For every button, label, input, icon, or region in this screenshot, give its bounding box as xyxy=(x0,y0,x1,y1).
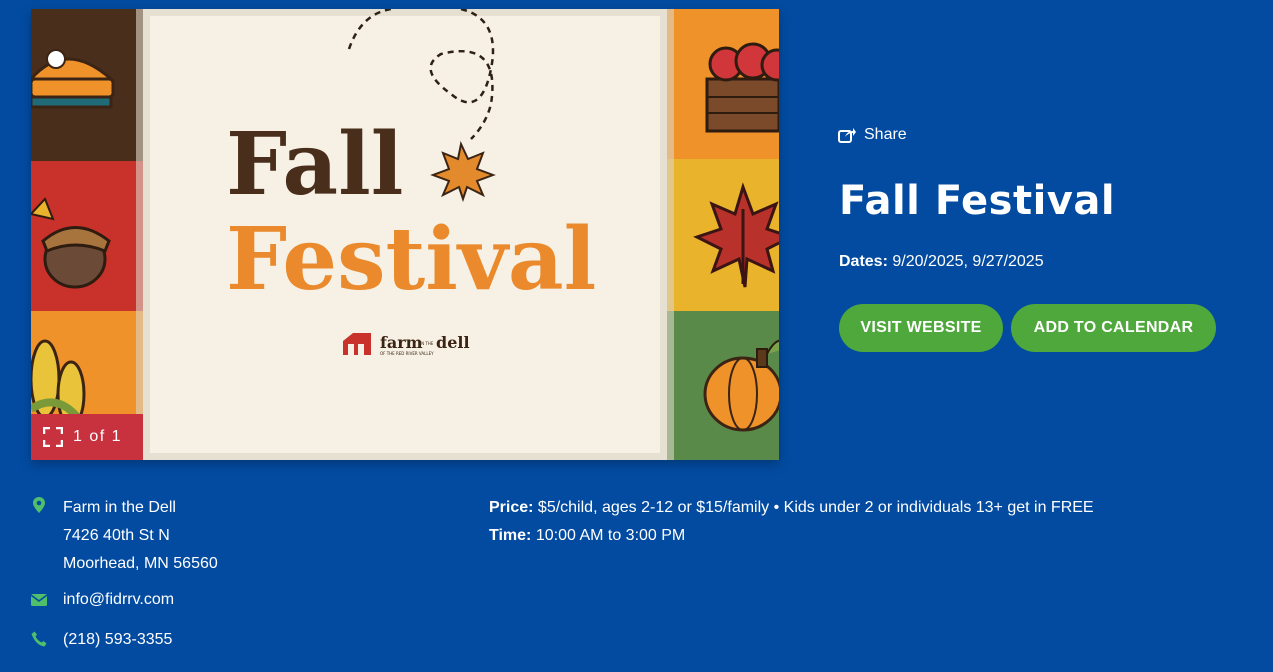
fullscreen-icon xyxy=(43,427,63,447)
map-marker-icon xyxy=(33,497,45,513)
fall-festival-image: Fall Festival farm IN THE dell OF THE RE… xyxy=(31,9,779,460)
event-title: Fall Festival xyxy=(839,178,1116,224)
share-icon xyxy=(838,128,856,143)
event-email: info@fidrrv.com xyxy=(31,590,174,610)
time-label: Time: xyxy=(489,527,532,544)
time-value: 10:00 AM to 3:00 PM xyxy=(531,527,686,544)
envelope-icon xyxy=(31,594,47,606)
share-button[interactable]: Share xyxy=(838,126,907,144)
event-dates: Dates: 9/20/2025, 9/27/2025 xyxy=(839,253,1044,271)
location-street: 7426 40th St N xyxy=(63,527,170,544)
phone-link[interactable]: (218) 593-3355 xyxy=(63,631,172,648)
time-row: Time: 10:00 AM to 3:00 PM xyxy=(489,522,1094,550)
visit-website-button[interactable]: VISIT WEBSITE xyxy=(839,304,1003,352)
event-location: Farm in the Dell 7426 40th St N Moorhead… xyxy=(31,494,218,578)
event-phone: (218) 593-3355 xyxy=(31,630,172,650)
event-image-gallery[interactable]: Fall Festival farm IN THE dell OF THE RE… xyxy=(31,9,779,460)
dates-value: 9/20/2025, 9/27/2025 xyxy=(887,253,1044,270)
price-row: Price: $5/child, ages 2-12 or $15/family… xyxy=(489,494,1094,522)
add-to-calendar-button[interactable]: ADD TO CALENDAR xyxy=(1011,304,1216,352)
svg-text:dell: dell xyxy=(436,333,470,352)
event-details: Price: $5/child, ages 2-12 or $15/family… xyxy=(489,494,1094,550)
gallery-counter-text: 1 of 1 xyxy=(73,428,123,445)
svg-text:IN THE: IN THE xyxy=(420,341,434,346)
gallery-counter-button[interactable]: 1 of 1 xyxy=(31,414,143,460)
price-value: $5/child, ages 2-12 or $15/family • Kids… xyxy=(533,499,1094,516)
phone-icon xyxy=(31,631,47,647)
price-label: Price: xyxy=(489,499,534,516)
location-city: Moorhead, MN 56560 xyxy=(63,555,218,572)
headline-fall: Fall xyxy=(226,114,403,215)
location-name: Farm in the Dell xyxy=(63,499,176,516)
email-link[interactable]: info@fidrrv.com xyxy=(63,591,174,608)
svg-text:OF THE RED RIVER VALLEY: OF THE RED RIVER VALLEY xyxy=(380,351,434,356)
share-label: Share xyxy=(864,126,907,143)
dates-label: Dates: xyxy=(839,253,888,270)
headline-festival: Festival xyxy=(226,209,596,310)
svg-text:farm: farm xyxy=(380,333,423,352)
